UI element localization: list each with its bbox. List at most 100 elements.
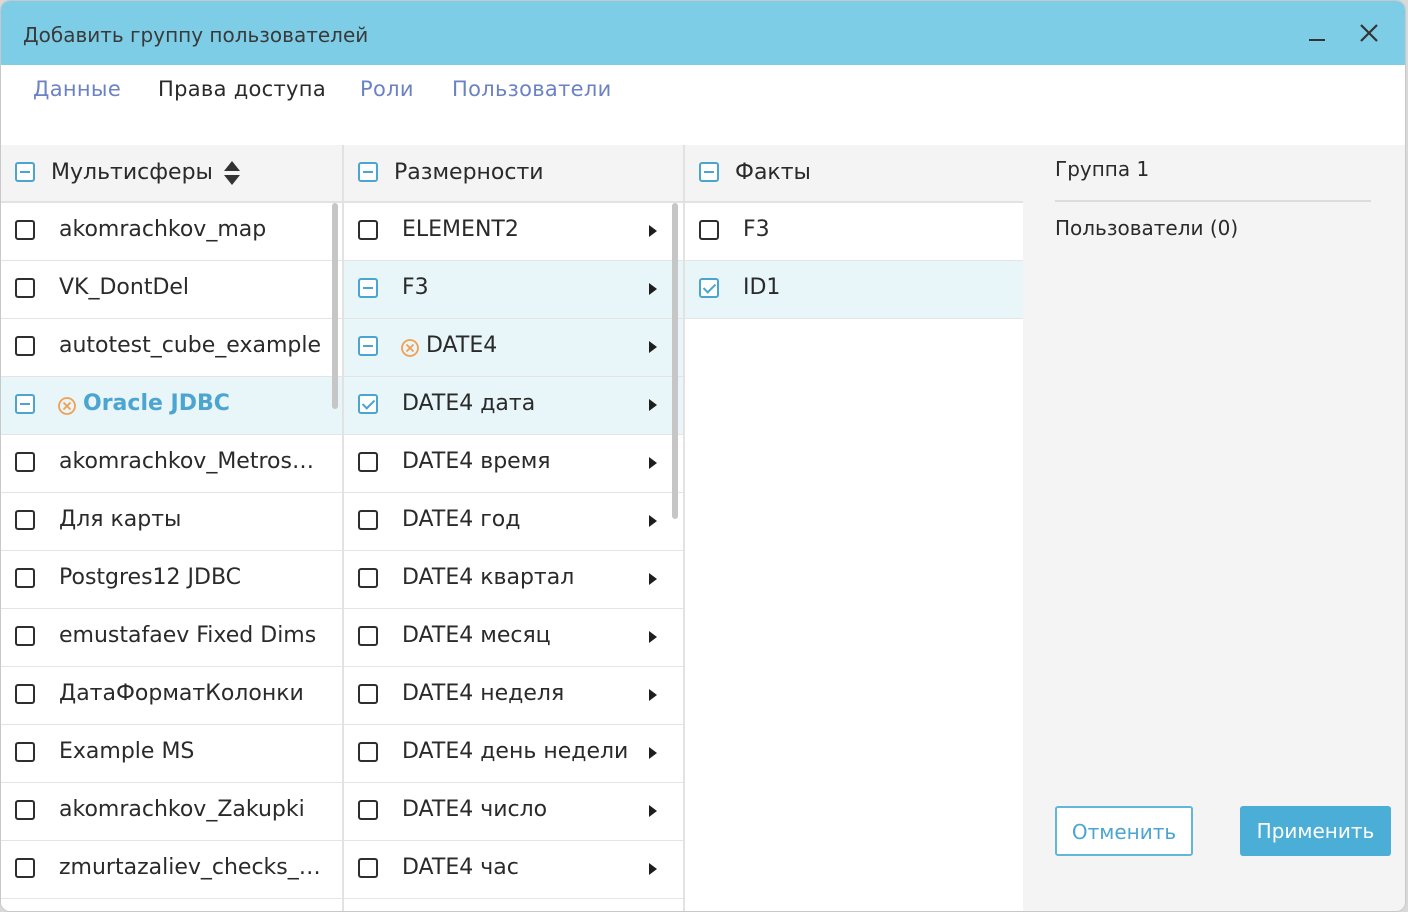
dimensions-column: Размерности ELEMENT2 F3 DATE4 DATE4 дата DAT… (344, 145, 685, 911)
dimensions-row[interactable]: DATE4 квартал (344, 551, 683, 609)
dimensions-list: ELEMENT2 F3 DATE4 DATE4 дата DATE4 время DATE… (344, 203, 683, 899)
multispheres-row[interactable]: autotest_cube_example (1, 319, 342, 377)
dimensions-row-checkbox[interactable] (358, 452, 378, 472)
multispheres-scrollbar[interactable] (332, 203, 338, 409)
multispheres-row[interactable]: akomrachkov_Metrostroy (1, 435, 342, 493)
multispheres-row-checkbox[interactable] (15, 568, 35, 588)
dimensions-row-checkbox[interactable] (358, 510, 378, 530)
chevron-right-icon[interactable] (649, 805, 657, 817)
chevron-right-icon[interactable] (649, 457, 657, 469)
multispheres-row[interactable]: Oracle JDBC (1, 377, 342, 435)
chevron-right-icon[interactable] (649, 515, 657, 527)
chevron-right-icon[interactable] (649, 747, 657, 759)
dimensions-row-label: DATE4 дата (402, 391, 536, 416)
multispheres-row-checkbox[interactable] (15, 626, 35, 646)
dimensions-row-checkbox[interactable] (358, 858, 378, 878)
dimensions-row-label: DATE4 число (402, 797, 548, 822)
facts-row-checkbox[interactable] (699, 220, 719, 240)
dimensions-row-checkbox[interactable] (358, 220, 378, 240)
sort-updown-icon[interactable] (223, 159, 241, 187)
dimensions-row[interactable]: DATE4 (344, 319, 683, 377)
chevron-right-icon[interactable] (649, 689, 657, 701)
multispheres-row[interactable]: zmurtazaliev_checks_test (1, 841, 342, 899)
dimensions-row[interactable]: DATE4 время (344, 435, 683, 493)
dimensions-row-checkbox[interactable] (358, 394, 378, 414)
multispheres-row-checkbox[interactable] (15, 858, 35, 878)
multispheres-row-label: akomrachkov_Metrostroy (59, 449, 321, 474)
multispheres-row-checkbox[interactable] (15, 510, 35, 530)
facts-row-checkbox[interactable] (699, 278, 719, 298)
tab-roles[interactable]: Роли (360, 77, 414, 101)
chevron-right-icon[interactable] (649, 341, 657, 353)
multispheres-row[interactable]: emustafaev Fixed Dims (1, 609, 342, 667)
dimensions-row-checkbox[interactable] (358, 626, 378, 646)
multispheres-row-checkbox[interactable] (15, 742, 35, 762)
multispheres-row[interactable]: Example MS (1, 725, 342, 783)
dimensions-row[interactable]: DATE4 дата (344, 377, 683, 435)
chevron-right-icon[interactable] (649, 399, 657, 411)
dimensions-row-checkbox[interactable] (358, 568, 378, 588)
multispheres-row[interactable]: Для карты (1, 493, 342, 551)
multispheres-row-checkbox[interactable] (15, 452, 35, 472)
multispheres-row-checkbox[interactable] (15, 394, 35, 414)
tab-data[interactable]: Данные (33, 77, 121, 101)
multispheres-row[interactable]: akomrachkov_map (1, 203, 342, 261)
dimensions-row-checkbox[interactable] (358, 278, 378, 298)
chevron-right-icon[interactable] (649, 283, 657, 295)
facts-row[interactable]: F3 (685, 203, 1023, 261)
facts-header: Факты (685, 145, 1023, 203)
facts-row[interactable]: ID1 (685, 261, 1023, 319)
dimensions-row[interactable]: F3 (344, 261, 683, 319)
title-bar: Добавить группу пользователей (1, 1, 1405, 65)
multispheres-row-label: autotest_cube_example (59, 333, 321, 358)
multispheres-row[interactable]: ДатаФорматКолонки (1, 667, 342, 725)
minimize-button[interactable] (1299, 15, 1335, 51)
dimensions-header-label: Размерности (394, 160, 544, 185)
dimensions-row-checkbox[interactable] (358, 336, 378, 356)
multispheres-row[interactable]: VK_DontDel (1, 261, 342, 319)
chevron-right-icon[interactable] (649, 863, 657, 875)
multispheres-column: Мультисферы akomrachkov_map VK_DontDel aut… (1, 145, 344, 911)
dimensions-row-label: DATE4 (426, 333, 498, 358)
dimensions-row-checkbox[interactable] (358, 684, 378, 704)
apply-button[interactable]: Применить (1240, 806, 1391, 856)
dimensions-row-label: DATE4 квартал (402, 565, 575, 590)
circle-x-warning-icon (58, 397, 76, 415)
dimensions-select-all-checkbox[interactable] (358, 162, 378, 182)
chevron-right-icon[interactable] (649, 225, 657, 237)
multispheres-row-label: akomrachkov_Zakupki (59, 797, 305, 822)
multispheres-row-checkbox[interactable] (15, 278, 35, 298)
multispheres-row-checkbox[interactable] (15, 684, 35, 704)
chevron-right-icon[interactable] (649, 631, 657, 643)
facts-select-all-checkbox[interactable] (699, 162, 719, 182)
multispheres-row-checkbox[interactable] (15, 800, 35, 820)
multispheres-row-checkbox[interactable] (15, 336, 35, 356)
minimize-icon (1309, 39, 1325, 41)
dimensions-row-checkbox[interactable] (358, 800, 378, 820)
dimensions-row[interactable]: DATE4 число (344, 783, 683, 841)
tab-users[interactable]: Пользователи (452, 77, 612, 101)
tab-access-rights[interactable]: Права доступа (158, 77, 326, 101)
multispheres-row-checkbox[interactable] (15, 220, 35, 240)
dimensions-row-checkbox[interactable] (358, 742, 378, 762)
dimensions-scrollbar[interactable] (672, 203, 678, 519)
multispheres-row[interactable]: akomrachkov_Zakupki (1, 783, 342, 841)
multispheres-row[interactable]: Postgres12 JDBC (1, 551, 342, 609)
dimensions-row-label: DATE4 день недели (402, 739, 629, 764)
dimensions-row[interactable]: DATE4 час (344, 841, 683, 899)
dimensions-row[interactable]: DATE4 год (344, 493, 683, 551)
close-button[interactable] (1351, 15, 1387, 51)
users-count-label: Пользователи (0) (1055, 216, 1239, 240)
multispheres-select-all-checkbox[interactable] (15, 162, 35, 182)
dimensions-row[interactable]: ELEMENT2 (344, 203, 683, 261)
dimensions-row[interactable]: DATE4 день недели (344, 725, 683, 783)
dimensions-row[interactable]: DATE4 неделя (344, 667, 683, 725)
tab-bar: Данные Права доступа Роли Пользователи (1, 65, 1405, 145)
multispheres-list: akomrachkov_map VK_DontDel autotest_cube_e… (1, 203, 342, 899)
cancel-button[interactable]: Отменить (1055, 806, 1193, 856)
facts-column: Факты F3 ID1 (685, 145, 1023, 911)
dimensions-row-label: DATE4 неделя (402, 681, 565, 706)
dimensions-row[interactable]: DATE4 месяц (344, 609, 683, 667)
facts-header-label: Факты (735, 160, 811, 185)
chevron-right-icon[interactable] (649, 573, 657, 585)
